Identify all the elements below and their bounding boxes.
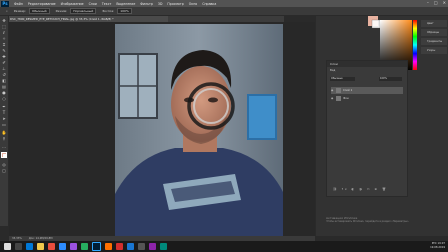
zoom-level[interactable]: 33,33%: [12, 237, 22, 240]
marquee-tool-icon[interactable]: ⬚: [1, 24, 7, 29]
explorer-icon[interactable]: [37, 243, 44, 250]
tool-preset-icon[interactable]: ⌕: [6, 9, 8, 13]
clock-date[interactable]: 19.08.2019: [430, 246, 445, 250]
opacity-input[interactable]: 100%: [379, 77, 402, 81]
menu-type[interactable]: Текст: [102, 2, 111, 6]
edge-icon[interactable]: [26, 243, 33, 250]
history-brush-icon[interactable]: ↺: [1, 72, 7, 77]
menu-select[interactable]: Выделение: [116, 2, 135, 6]
app-icon[interactable]: [81, 243, 88, 250]
layer-row-layer1[interactable]: ◉ Слой 1: [331, 87, 403, 94]
menu-edit[interactable]: Редактирование: [28, 2, 56, 6]
gradient-tool-icon[interactable]: ▤: [1, 84, 7, 89]
gradients-panel-button[interactable]: Градиенты: [421, 38, 447, 45]
menu-file[interactable]: Файл: [14, 2, 23, 6]
menu-help[interactable]: Справка: [202, 2, 216, 6]
screen-mode-icon[interactable]: ▢: [1, 168, 7, 173]
clock-time[interactable]: 19:07: [438, 242, 445, 245]
path-select-icon[interactable]: ➤: [1, 116, 7, 121]
menu-layers[interactable]: Слои: [89, 2, 97, 6]
more-tools-icon[interactable]: …: [1, 144, 7, 149]
mode-select[interactable]: Нормальный: [70, 8, 97, 14]
menu-window[interactable]: Окно: [189, 2, 197, 6]
activation-watermark: Активация Windows Чтобы активировать Win…: [326, 216, 409, 224]
size-label: Размер:: [13, 9, 26, 13]
layer-thumbnail: [336, 95, 341, 101]
app-icon[interactable]: [138, 243, 145, 250]
dodge-tool-icon[interactable]: ○: [1, 96, 7, 101]
search-icon[interactable]: [15, 243, 22, 250]
layers-panel-title: Слои: [327, 61, 407, 67]
menu-filter[interactable]: Фильтр: [140, 2, 153, 6]
exposure-input[interactable]: 100%: [117, 8, 132, 14]
patterns-panel-button[interactable]: Узоры: [421, 47, 447, 54]
close-button[interactable]: ✕: [443, 0, 446, 5]
windows-taskbar: РУС 19:07 19.08.2019: [0, 241, 448, 252]
menu-3d[interactable]: 3D: [158, 2, 162, 6]
brush-tool-icon[interactable]: ✐: [1, 60, 7, 65]
swatches-panel-button[interactable]: Образцы: [421, 29, 447, 36]
app-icon[interactable]: [160, 243, 167, 250]
color-panel-button[interactable]: Цвет: [421, 20, 447, 27]
watermark-line2: Чтобы активировать Windows, перейдите в …: [326, 220, 410, 223]
crop-tool-icon[interactable]: ⌗: [1, 42, 7, 47]
tools-panel: ✥ ⬚ ℓ ✧ ⌗ ✎ ✚ ✐ ⊥ ↺ ◧ ▤ ● ○ ✒ T ➤ ▭ ✋ ⚲ …: [0, 16, 9, 226]
layers-panel: Слои Вид Обычные 100% ◉ Слой 1 ◉ Фон ⛓ fx …: [326, 60, 408, 197]
portrait-photo: [115, 24, 283, 236]
maximize-button[interactable]: □: [434, 0, 438, 5]
layer-thumbnail: [336, 87, 341, 93]
type-tool-icon[interactable]: T: [1, 110, 7, 115]
language-indicator[interactable]: РУС: [432, 242, 437, 245]
layer-row-background[interactable]: ◉ Фон: [331, 95, 403, 102]
eraser-tool-icon[interactable]: ◧: [1, 78, 7, 83]
mode-label: Режим:: [55, 9, 68, 13]
start-icon[interactable]: [4, 243, 11, 250]
app-icon[interactable]: [127, 243, 134, 250]
background-color-swatch[interactable]: [3, 154, 7, 158]
menu-image[interactable]: Изображение: [61, 2, 84, 6]
eyedropper-icon[interactable]: ✎: [1, 48, 7, 53]
window-controls: – □ ✕: [427, 0, 446, 5]
menu-bar: Ps Файл Редактирование Изображение Слои …: [0, 0, 448, 7]
blur-tool-icon[interactable]: ●: [1, 90, 7, 95]
doc-size: Док: 14,9M/29,8M: [28, 237, 53, 240]
minimize-button[interactable]: –: [427, 0, 429, 5]
options-bar: ⌕ Размер: Обычный Режим: Нормальный Эксп…: [0, 7, 448, 16]
blend-mode-select[interactable]: Обычные: [330, 77, 355, 81]
chrome-icon[interactable]: [48, 243, 55, 250]
hand-tool-icon[interactable]: ✋: [1, 130, 7, 135]
zoom-tool-icon[interactable]: ⚲: [1, 136, 7, 141]
layer-name: Слой 1: [343, 89, 353, 92]
app-logo: Ps: [1, 0, 9, 7]
menu-view[interactable]: Просмотр: [167, 2, 183, 6]
system-tray[interactable]: РУС 19:07 19.08.2019: [430, 242, 445, 250]
lasso-tool-icon[interactable]: ℓ: [1, 30, 7, 35]
store-icon[interactable]: [59, 243, 66, 250]
photo-canvas[interactable]: [115, 24, 283, 236]
exposure-label: Экспоз:: [102, 9, 115, 13]
layer-actions[interactable]: ⛓ fx ◐ ◑ ▭ ⊕ 🗑: [333, 187, 388, 191]
app-icon[interactable]: [105, 243, 112, 250]
healing-brush-icon[interactable]: ✚: [1, 54, 7, 59]
magic-wand-icon[interactable]: ✧: [1, 36, 7, 41]
visibility-eye-icon[interactable]: ◉: [331, 95, 334, 102]
app-icon[interactable]: [116, 243, 123, 250]
pen-tool-icon[interactable]: ✒: [1, 104, 7, 109]
size-select[interactable]: Обычный: [28, 8, 50, 14]
layer-filter[interactable]: Вид: [330, 69, 335, 72]
app-icon[interactable]: [70, 243, 77, 250]
photoshop-taskbar-icon[interactable]: [92, 242, 101, 251]
visibility-eye-icon[interactable]: ◉: [331, 87, 334, 94]
app-icon[interactable]: [149, 243, 156, 250]
clone-stamp-icon[interactable]: ⊥: [1, 66, 7, 71]
layer-name: Фон: [343, 97, 349, 100]
move-tool-icon[interactable]: ✥: [1, 18, 7, 23]
quick-mask-icon[interactable]: ◎: [1, 162, 7, 167]
right-icon-strip: Цвет Образцы Градиенты Узоры: [420, 20, 448, 60]
shape-tool-icon[interactable]: ▭: [1, 122, 7, 127]
